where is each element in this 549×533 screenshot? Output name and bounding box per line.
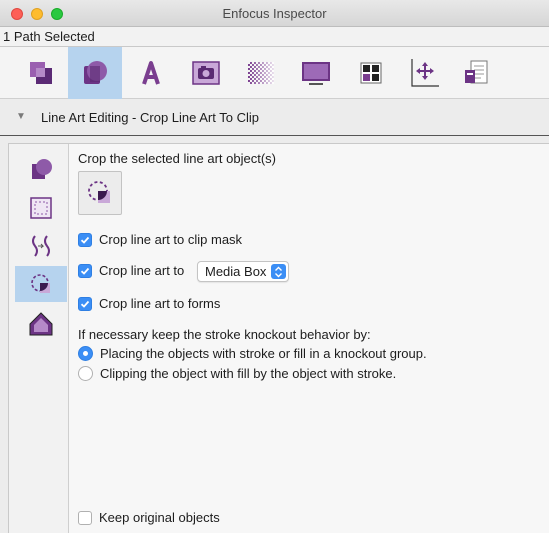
crop-to-label: Crop line art to	[99, 263, 185, 278]
tool-gradient[interactable]	[234, 47, 288, 99]
image-camera-icon	[192, 61, 220, 85]
clip-stroke-label: Clipping the object with fill by the obj…	[100, 366, 397, 381]
clip-mask-checkbox[interactable]	[78, 232, 92, 247]
house-shape-icon	[29, 312, 53, 336]
keep-original-label: Keep original objects	[99, 510, 220, 525]
crop-to-clip-icon	[88, 181, 110, 203]
color-swatches-icon	[360, 62, 382, 84]
sidebar-item-house-shape[interactable]	[15, 306, 67, 342]
sub-tool-sidebar	[9, 144, 69, 533]
sidebar-item-join-paths[interactable]	[15, 228, 67, 264]
line-art-editing-icon	[84, 61, 107, 84]
forms-option[interactable]: Crop line art to forms	[78, 296, 220, 311]
updown-chevron-icon	[271, 264, 286, 279]
bounding-box-icon	[30, 197, 52, 219]
stroke-heading: If necessary keep the stroke knockout be…	[78, 327, 371, 342]
section-header[interactable]: ▼ Line Art Editing - Crop Line Art To Cl…	[0, 99, 549, 136]
tool-color[interactable]	[344, 47, 398, 99]
sidebar-item-shape-union[interactable]	[15, 152, 67, 188]
checkmark-icon	[80, 236, 90, 244]
checkmark-icon	[80, 267, 90, 275]
forms-label: Crop line art to forms	[99, 296, 221, 311]
stroke-heading-text: If necessary keep the stroke knockout be…	[78, 327, 371, 342]
crop-to-checkbox[interactable]	[78, 263, 92, 278]
path-join-icon	[32, 235, 50, 257]
crop-box-value: Media Box	[205, 264, 267, 279]
gradient-pattern-icon	[248, 62, 274, 84]
tool-display[interactable]	[289, 47, 343, 99]
knockout-group-radio[interactable]	[78, 346, 93, 361]
object-shapes-icon	[30, 62, 52, 84]
line-art-panel: Crop the selected line art object(s) Cro…	[8, 143, 549, 533]
keep-original-option[interactable]: Keep original objects	[78, 510, 220, 525]
sidebar-item-bounding-box[interactable]	[15, 190, 67, 226]
tool-position[interactable]	[397, 47, 451, 99]
clip-mask-option[interactable]: Crop line art to clip mask	[78, 232, 242, 247]
clip-stroke-option[interactable]: Clipping the object with fill by the obj…	[78, 366, 396, 381]
knockout-group-option[interactable]: Placing the objects with stroke or fill …	[78, 346, 427, 361]
shape-union-icon	[32, 159, 52, 179]
sidebar-item-crop-to-clip[interactable]	[15, 266, 67, 302]
tool-line-art[interactable]	[68, 47, 122, 99]
category-toolbar	[0, 47, 549, 99]
tool-objects[interactable]	[14, 47, 68, 99]
disclosure-triangle-icon[interactable]: ▼	[16, 111, 26, 122]
panel-heading: Crop the selected line art object(s)	[78, 151, 276, 166]
crop-box-select[interactable]: Media Box	[197, 261, 289, 282]
inspector-window: Enfocus Inspector 1 Path Selected ▼ Line…	[0, 0, 549, 533]
position-axes-icon	[411, 59, 439, 87]
crop-action-button[interactable]	[78, 171, 122, 215]
selection-status: 1 Path Selected	[0, 27, 549, 47]
panel-content: Crop the selected line art object(s) Cro…	[78, 144, 549, 533]
checkmark-icon	[80, 300, 90, 308]
forms-checkbox[interactable]	[78, 296, 92, 311]
monitor-icon	[302, 62, 330, 85]
clip-stroke-radio[interactable]	[78, 366, 93, 381]
clip-mask-label: Crop line art to clip mask	[99, 232, 243, 247]
tool-document[interactable]	[449, 47, 503, 99]
tool-image[interactable]	[179, 47, 233, 99]
text-icon	[142, 61, 160, 85]
crop-to-option[interactable]: Crop line art to	[78, 263, 184, 278]
keep-original-checkbox[interactable]	[78, 510, 92, 525]
window-title: Enfocus Inspector	[222, 6, 327, 21]
knockout-group-label: Placing the objects with stroke or fill …	[100, 346, 427, 361]
crop-to-clip-icon	[31, 274, 50, 293]
document-info-icon	[465, 60, 488, 84]
title-bar[interactable]: Enfocus Inspector	[0, 0, 549, 27]
tool-text[interactable]	[124, 47, 178, 99]
section-title: Line Art Editing - Crop Line Art To Clip	[41, 110, 259, 125]
